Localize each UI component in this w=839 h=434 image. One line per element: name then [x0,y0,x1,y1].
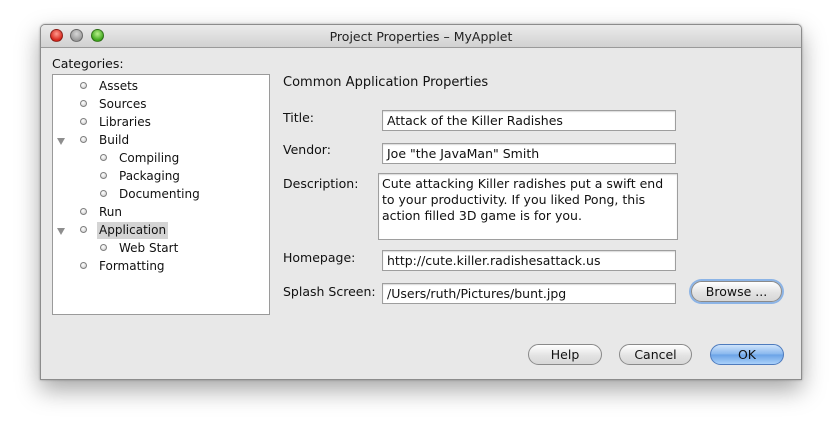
window-title: Project Properties – MyApplet [329,29,513,44]
splash-screen-label: Splash Screen: [283,284,376,299]
vendor-field[interactable]: Joe "the JavaMan" Smith [382,143,676,164]
tree-node-bullet-icon [100,244,107,251]
tree-node-bullet-icon [80,82,87,89]
tree-item-label: Assets [99,79,139,93]
categories-tree[interactable]: Assets Sources Libraries Build Compiling… [52,74,270,315]
tree-item-sources[interactable]: Sources [53,96,269,113]
tree-node-bullet-icon [80,136,87,143]
tree-item-label: Packaging [119,169,180,183]
title-bar[interactable]: Project Properties – MyApplet [41,25,801,48]
tree-node-bullet-icon [80,208,87,215]
tree-node-bullet-icon [80,262,87,269]
tree-item-label: Web Start [119,241,179,255]
section-title: Common Application Properties [283,75,489,90]
tree-item-label: Formatting [99,259,165,273]
browse-button[interactable]: Browse ... [691,281,782,302]
tree-item-label: Run [99,205,123,219]
tree-item-application[interactable]: Application [53,222,269,239]
cancel-button[interactable]: Cancel [619,344,692,365]
tree-item-documenting[interactable]: Documenting [53,186,269,203]
tree-item-assets[interactable]: Assets [53,78,269,95]
tree-node-bullet-icon [80,100,87,107]
vendor-label: Vendor: [283,142,331,157]
tree-item-label: Compiling [119,151,180,165]
tree-item-libraries[interactable]: Libraries [53,114,269,131]
splash-screen-field[interactable]: /Users/ruth/Pictures/bunt.jpg [382,283,676,304]
categories-label: Categories: [52,56,124,71]
tree-item-web-start[interactable]: Web Start [53,240,269,257]
tree-node-bullet-icon [100,190,107,197]
tree-item-label: Build [99,133,130,147]
description-label: Description: [283,176,359,191]
tree-node-bullet-icon [80,226,87,233]
tree-item-formatting[interactable]: Formatting [53,258,269,275]
disclosure-triangle-icon[interactable] [57,228,65,235]
tree-item-build[interactable]: Build [53,132,269,149]
tree-item-compiling[interactable]: Compiling [53,150,269,167]
tree-node-bullet-icon [100,172,107,179]
help-button[interactable]: Help [528,344,602,365]
tree-item-run[interactable]: Run [53,204,269,221]
tree-item-label: Documenting [119,187,200,201]
tree-node-bullet-icon [80,118,87,125]
tree-item-packaging[interactable]: Packaging [53,168,269,185]
ok-button[interactable]: OK [710,344,784,365]
tree-item-label: Application [97,222,169,239]
tree-item-label: Libraries [99,115,151,129]
title-label: Title: [283,110,314,125]
title-field[interactable]: Attack of the Killer Radishes [382,110,676,131]
tree-node-bullet-icon [100,154,107,161]
dialog-window: Project Properties – MyApplet Categories… [40,24,802,380]
disclosure-triangle-icon[interactable] [57,138,65,145]
homepage-label: Homepage: [283,250,356,265]
description-textarea[interactable]: Cute attacking Killer radishes put a swi… [378,173,678,240]
tree-item-label: Sources [99,97,147,111]
homepage-field[interactable]: http://cute.killer.radishesattack.us [382,250,676,271]
